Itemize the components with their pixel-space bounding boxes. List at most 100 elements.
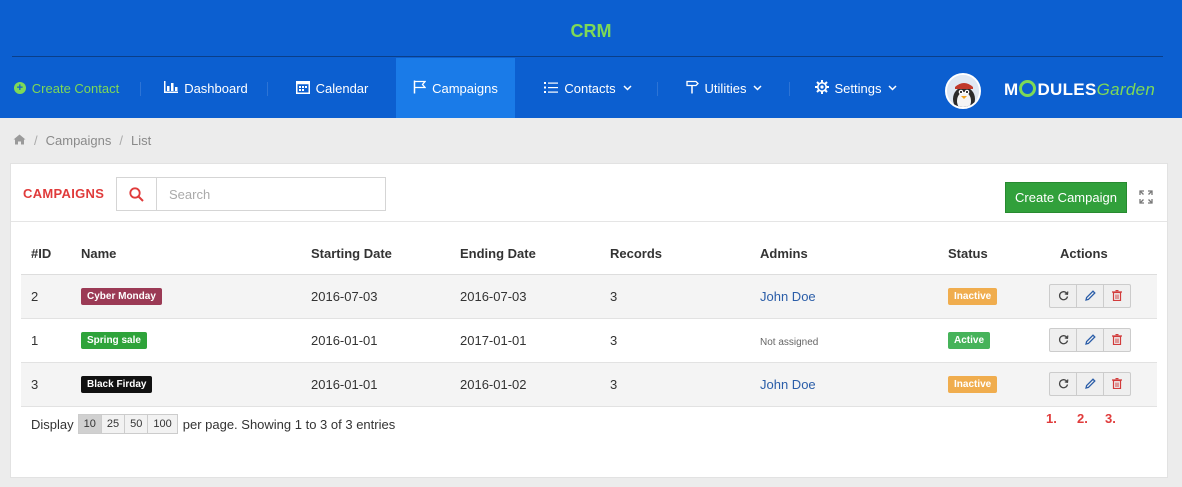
edit-button[interactable] xyxy=(1076,284,1104,308)
table-row: 1 Spring sale 2016-01-01 2017-01-01 3 No… xyxy=(21,318,1157,363)
cell-records: 3 xyxy=(600,274,750,319)
cell-id: 1 xyxy=(21,318,71,363)
table-header-row: #ID Name Starting Date Ending Date Recor… xyxy=(21,234,1157,275)
row-actions xyxy=(1049,372,1157,396)
campaign-name-label[interactable]: Black Firday xyxy=(81,376,153,393)
cell-start: 2016-07-03 xyxy=(301,274,450,319)
nav-create-contact[interactable]: + Create Contact xyxy=(0,58,133,118)
edit-button[interactable] xyxy=(1076,372,1104,396)
delete-button[interactable] xyxy=(1103,372,1131,396)
col-end[interactable]: Ending Date xyxy=(450,234,600,275)
nav-contacts[interactable]: Contacts xyxy=(528,58,648,118)
display-label: Display xyxy=(31,416,74,432)
chevron-down-icon xyxy=(888,83,898,94)
page-size-100[interactable]: 100 xyxy=(147,414,178,434)
nav-separator xyxy=(789,82,790,96)
table-row: 3 Black Firday 2016-01-01 2016-01-02 3 J… xyxy=(21,362,1157,407)
modulesgarden-logo: M DULESGarden xyxy=(1004,80,1156,99)
refresh-button[interactable] xyxy=(1049,372,1077,396)
delete-button[interactable] xyxy=(1103,328,1131,352)
chevron-down-icon xyxy=(623,83,632,94)
annotation-2: 2. xyxy=(1077,411,1088,426)
gear-icon xyxy=(814,79,829,97)
expand-icon[interactable] xyxy=(1137,188,1155,206)
campaign-name-label[interactable]: Spring sale xyxy=(81,332,147,349)
page-size-25[interactable]: 25 xyxy=(100,414,126,434)
page-size-selector: 10 25 50 100 xyxy=(77,414,178,434)
nav-separator xyxy=(657,82,658,96)
admin-link[interactable]: John Doe xyxy=(760,289,816,304)
breadcrumb: / Campaigns / List xyxy=(13,133,151,148)
nav-campaigns-label: Campaigns xyxy=(432,80,498,96)
nav-utilities[interactable]: Utilities xyxy=(668,58,780,118)
breadcrumb-campaigns[interactable]: Campaigns xyxy=(46,133,112,148)
campaign-name-label[interactable]: Cyber Monday xyxy=(81,288,162,305)
table-row: 2 Cyber Monday 2016-07-03 2016-07-03 3 J… xyxy=(21,274,1157,319)
status-badge: Active xyxy=(948,332,991,349)
admin-not-assigned: Not assigned xyxy=(760,336,819,348)
panel-header: CAMPAIGNS Create Campaign xyxy=(11,164,1167,222)
nav-create-contact-label: Create Contact xyxy=(31,80,120,96)
col-name[interactable]: Name xyxy=(71,234,301,275)
search-input[interactable] xyxy=(157,178,385,210)
header-divider xyxy=(12,56,1163,57)
col-id[interactable]: #ID xyxy=(21,234,71,275)
nav-settings[interactable]: Settings xyxy=(800,58,912,118)
logo-o-icon xyxy=(1019,80,1037,97)
pencil-icon xyxy=(1084,377,1096,392)
search-icon[interactable] xyxy=(117,178,157,210)
nav-contacts-label: Contacts xyxy=(564,80,616,96)
cell-records: 3 xyxy=(600,318,750,363)
home-icon[interactable] xyxy=(13,133,26,148)
campaigns-panel: CAMPAIGNS Create Campaign #ID Name Start… xyxy=(10,163,1168,478)
signpost-icon xyxy=(685,80,699,97)
refresh-button[interactable] xyxy=(1049,284,1077,308)
panel-title: CAMPAIGNS xyxy=(23,186,105,201)
cell-end: 2016-01-02 xyxy=(450,362,600,407)
nav-dashboard[interactable]: Dashboard xyxy=(150,58,262,118)
admin-link[interactable]: John Doe xyxy=(760,377,816,392)
edit-button[interactable] xyxy=(1076,328,1104,352)
col-status[interactable]: Status xyxy=(938,234,1030,275)
delete-button[interactable] xyxy=(1103,284,1131,308)
refresh-icon xyxy=(1058,333,1069,348)
cell-end: 2017-01-01 xyxy=(450,318,600,363)
refresh-button[interactable] xyxy=(1049,328,1077,352)
row-actions xyxy=(1049,284,1157,308)
pencil-icon xyxy=(1084,289,1096,304)
top-header: CRM + Create Contact Dashboard Calendar … xyxy=(0,0,1182,118)
col-admins[interactable]: Admins xyxy=(750,234,938,275)
bar-chart-icon xyxy=(164,80,179,96)
col-start[interactable]: Starting Date xyxy=(301,234,450,275)
page-size-50[interactable]: 50 xyxy=(124,414,149,434)
create-campaign-button[interactable]: Create Campaign xyxy=(1005,182,1127,213)
chevron-down-icon xyxy=(753,83,762,94)
calendar-icon xyxy=(295,80,310,97)
page-size-10[interactable]: 10 xyxy=(77,414,102,434)
nav-settings-label: Settings xyxy=(834,80,882,96)
nav-campaigns[interactable]: Campaigns xyxy=(396,58,515,118)
nav-utilities-label: Utilities xyxy=(704,80,747,96)
nav-dashboard-label: Dashboard xyxy=(184,80,248,96)
row-actions xyxy=(1049,328,1157,352)
cell-id: 3 xyxy=(21,362,71,407)
annotation-1: 1. xyxy=(1046,411,1057,426)
entries-summary: per page. Showing 1 to 3 of 3 entries xyxy=(182,416,396,432)
pencil-icon xyxy=(1084,333,1096,348)
col-records[interactable]: Records xyxy=(600,234,750,275)
status-badge: Inactive xyxy=(948,288,998,305)
cell-start: 2016-01-01 xyxy=(301,362,450,407)
nav-calendar-label: Calendar xyxy=(315,80,369,96)
col-actions: Actions xyxy=(1030,234,1157,275)
nav-separator xyxy=(140,82,141,96)
refresh-icon xyxy=(1058,289,1069,304)
list-icon xyxy=(544,81,559,96)
avatar[interactable] xyxy=(945,73,981,109)
nav-calendar[interactable]: Calendar xyxy=(278,58,386,118)
flag-icon xyxy=(413,80,427,97)
nav-separator xyxy=(267,82,268,96)
trash-icon xyxy=(1112,333,1122,348)
cell-id: 2 xyxy=(21,274,71,319)
trash-icon xyxy=(1112,289,1122,304)
refresh-icon xyxy=(1058,377,1069,392)
